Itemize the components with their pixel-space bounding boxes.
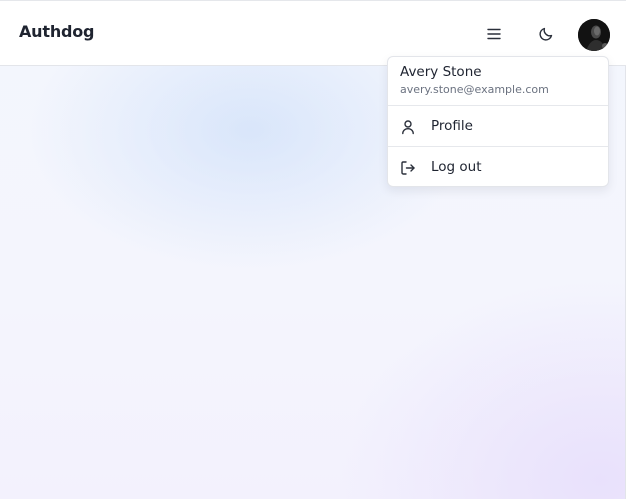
menu-item-profile[interactable]: Profile xyxy=(388,106,608,147)
menu-button[interactable] xyxy=(480,20,508,48)
user-email: avery.stone@example.com xyxy=(400,83,549,96)
brand-logo-text[interactable]: Authdog xyxy=(19,22,95,41)
user-name: Avery Stone xyxy=(400,64,482,80)
menu-item-label: Profile xyxy=(431,118,473,134)
hamburger-menu-icon xyxy=(487,28,501,40)
user-icon xyxy=(402,120,414,135)
menu-item-label: Log out xyxy=(431,159,482,175)
user-dropdown-menu: Avery Stone avery.stone@example.com Prof… xyxy=(387,56,609,187)
theme-toggle-button[interactable] xyxy=(532,20,560,48)
user-info: Avery Stone avery.stone@example.com xyxy=(388,57,608,106)
logout-icon xyxy=(401,161,415,175)
menu-item-logout[interactable]: Log out xyxy=(388,147,608,186)
user-avatar-button[interactable] xyxy=(578,19,610,51)
avatar-photo xyxy=(578,19,610,51)
moon-icon xyxy=(539,27,553,41)
